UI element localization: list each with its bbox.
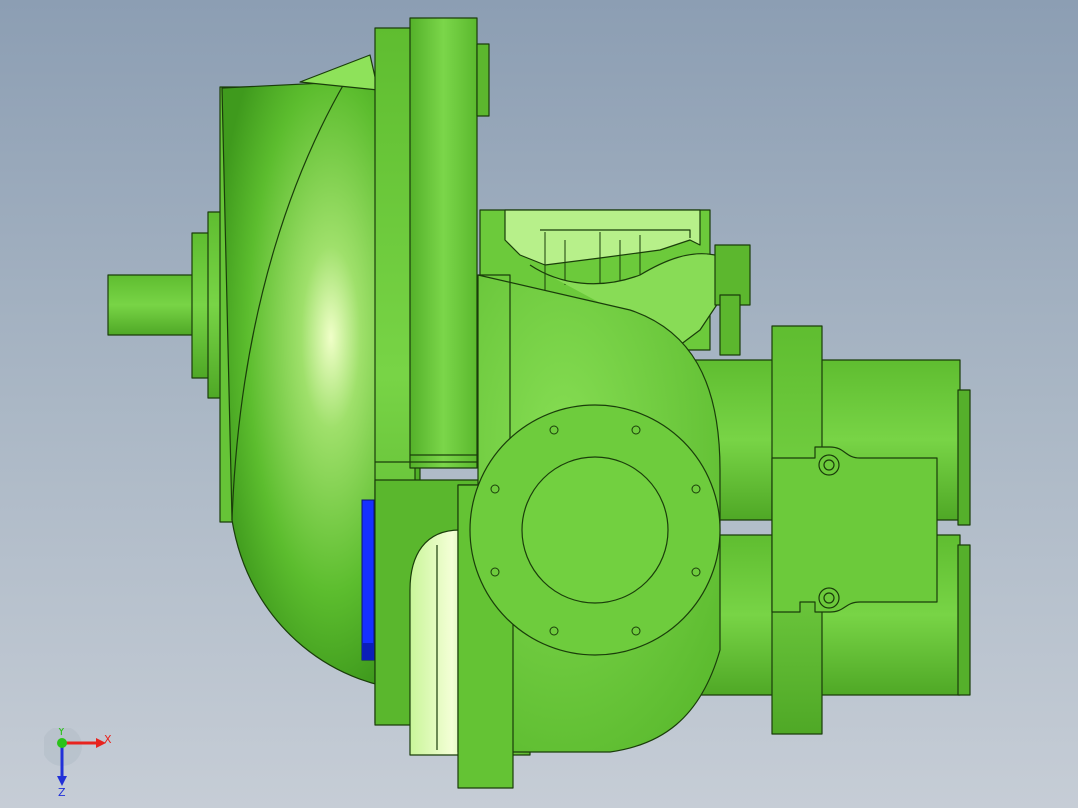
model-edges <box>107 17 971 789</box>
z-axis-label: Z <box>58 786 66 798</box>
y-axis <box>57 738 67 748</box>
mount-hole-top <box>818 454 840 476</box>
input-shaft <box>107 274 197 336</box>
main-flange-front <box>409 17 478 469</box>
selected-face <box>361 499 375 661</box>
pipe-end-cap-lower <box>957 544 971 696</box>
mount-hole-bottom <box>818 587 840 609</box>
pump-3d-model[interactable] <box>0 0 1078 808</box>
pipe-end-cap-upper <box>957 389 971 526</box>
x-axis-label: X <box>104 733 112 746</box>
3d-viewport[interactable]: X Y Z <box>0 0 1078 808</box>
pipe-mount-plate <box>771 446 938 613</box>
inlet-port <box>521 456 669 604</box>
coordinate-triad: X Y Z <box>44 728 112 798</box>
flange-boss-top <box>476 43 490 117</box>
y-axis-label: Y <box>57 728 65 738</box>
